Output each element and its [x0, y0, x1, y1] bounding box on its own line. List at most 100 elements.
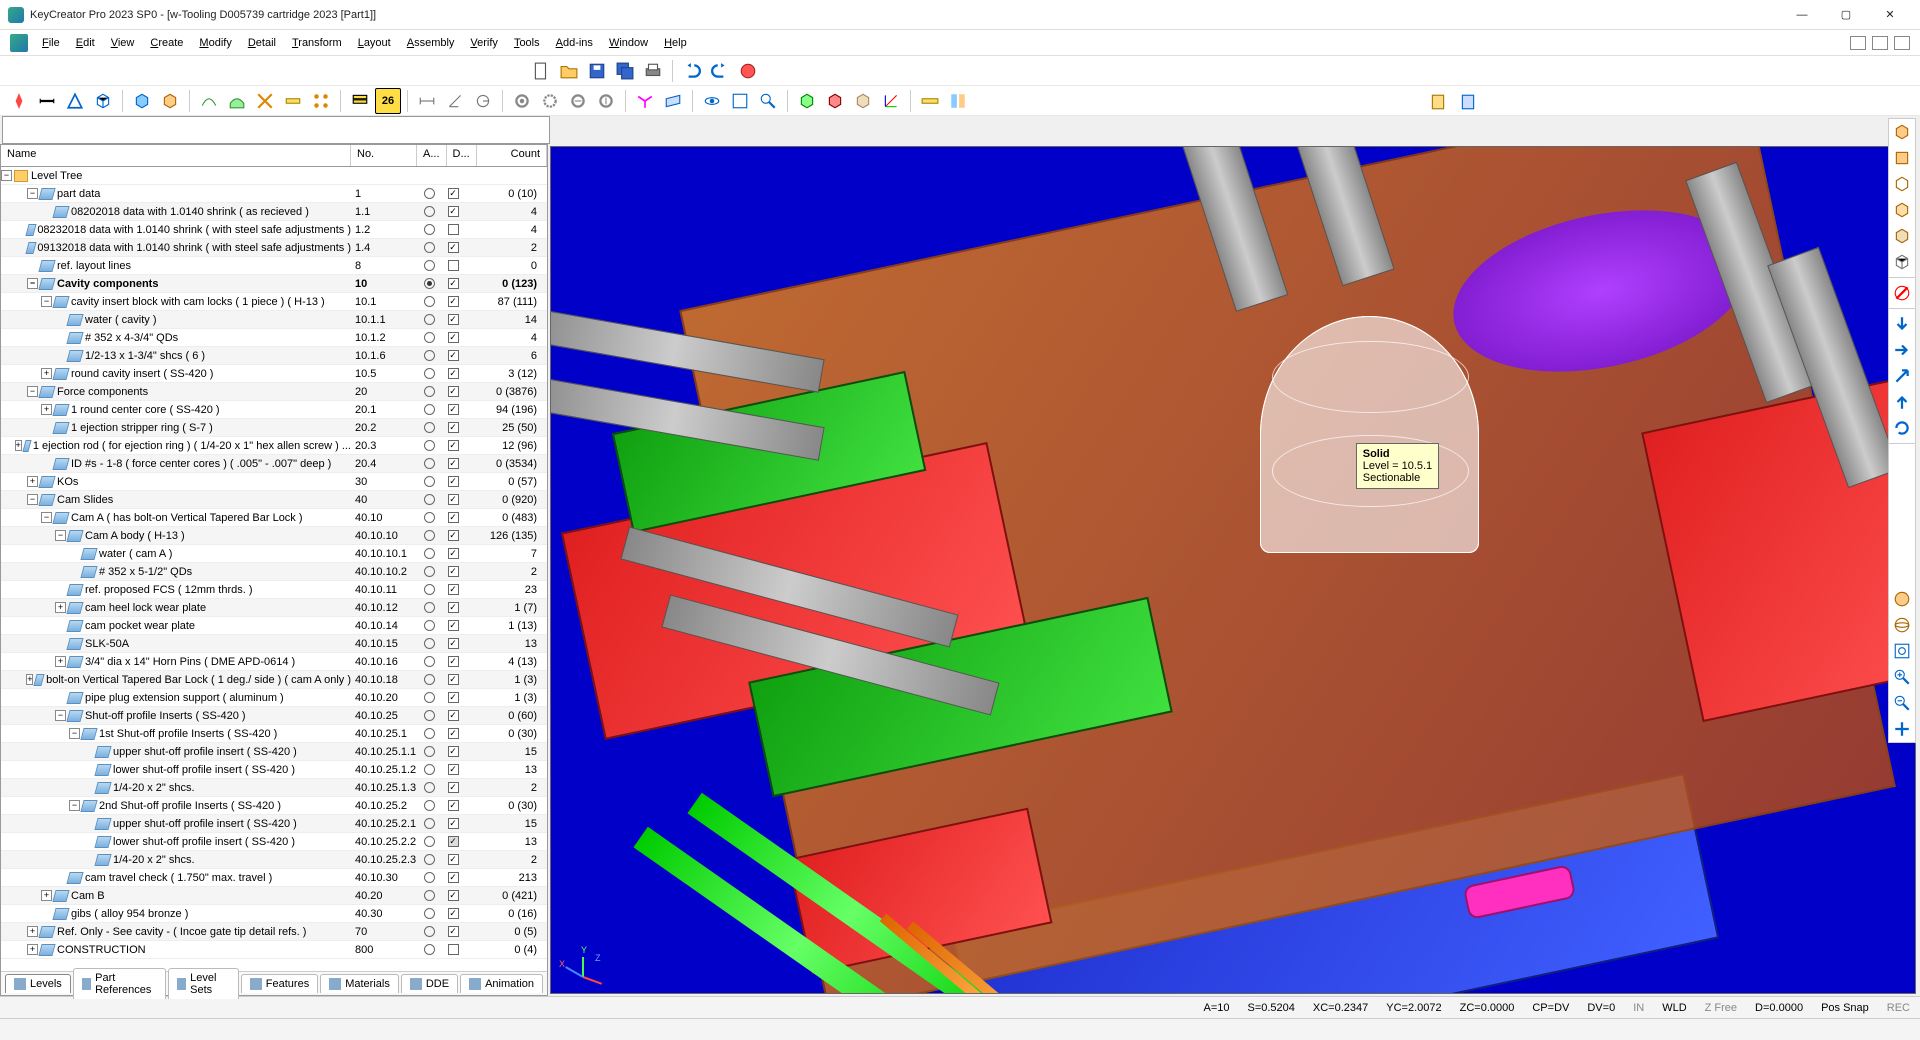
display-checkbox[interactable]	[448, 746, 459, 757]
tree-root-row[interactable]: −Level Tree	[1, 167, 547, 185]
tree-row[interactable]: −1st Shut-off profile Inserts ( SS-420 )…	[1, 725, 547, 743]
shade-off-icon[interactable]	[1889, 280, 1915, 306]
tree-row[interactable]: lower shut-off profile insert ( SS-420 )…	[1, 833, 547, 851]
expand-icon[interactable]: −	[27, 188, 38, 199]
sb-zfree[interactable]: Z Free	[1705, 1002, 1737, 1014]
tree-row[interactable]: −Cam A ( has bolt-on Vertical Tapered Ba…	[1, 509, 547, 527]
box-tan-icon[interactable]	[850, 88, 876, 114]
display-checkbox[interactable]	[448, 440, 459, 451]
gear4-icon[interactable]	[593, 88, 619, 114]
expand-icon[interactable]: +	[55, 602, 66, 613]
menu-assembly[interactable]: Assembly	[399, 33, 463, 53]
tree-row[interactable]: +1 ejection rod ( for ejection ring ) ( …	[1, 437, 547, 455]
sb-pos[interactable]: Pos Snap	[1821, 1002, 1869, 1014]
maximize-button[interactable]: ▢	[1824, 1, 1868, 29]
active-radio[interactable]	[424, 926, 435, 937]
expand-icon[interactable]: −	[1, 170, 12, 181]
view-wire-icon[interactable]	[1889, 249, 1915, 275]
tab-dde[interactable]: DDE	[401, 974, 458, 993]
active-radio[interactable]	[424, 440, 435, 451]
tree-row[interactable]: −cavity insert block with cam locks ( 1 …	[1, 293, 547, 311]
display-checkbox[interactable]	[448, 710, 459, 721]
expand-icon[interactable]: −	[55, 530, 66, 541]
col-no[interactable]: No.	[351, 145, 417, 166]
active-radio[interactable]	[424, 584, 435, 595]
active-radio[interactable]	[424, 530, 435, 541]
redo-icon[interactable]	[707, 58, 733, 84]
active-radio[interactable]	[424, 800, 435, 811]
tree-row[interactable]: −Cam Slides400 (920)	[1, 491, 547, 509]
tree-row[interactable]: upper shut-off profile insert ( SS-420 )…	[1, 743, 547, 761]
tree-row[interactable]: 1/4-20 x 2" shcs.40.10.25.2.32	[1, 851, 547, 869]
compare-icon[interactable]	[945, 88, 971, 114]
tree-row[interactable]: +round cavity insert ( SS-420 )10.53 (12…	[1, 365, 547, 383]
tree-row[interactable]: +CONSTRUCTION8000 (4)	[1, 941, 547, 959]
tree-row[interactable]: 1/2-13 x 1-3/4" shcs ( 6 )10.1.66	[1, 347, 547, 365]
minimize-button[interactable]: —	[1780, 1, 1824, 29]
sb-wld[interactable]: WLD	[1662, 1002, 1686, 1014]
tree-row[interactable]: −2nd Shut-off profile Inserts ( SS-420 )…	[1, 797, 547, 815]
brand-icon[interactable]	[10, 34, 28, 52]
extend-tool-icon[interactable]	[280, 88, 306, 114]
tree-row[interactable]: +1 round center core ( SS-420 )20.194 (1…	[1, 401, 547, 419]
clipboard-icon[interactable]	[1426, 90, 1450, 114]
pan-icon[interactable]	[1889, 716, 1915, 742]
active-radio[interactable]	[424, 764, 435, 775]
active-radio[interactable]	[424, 386, 435, 397]
mdi-close-icon[interactable]	[1894, 36, 1910, 50]
tree-row[interactable]: SLK-50A40.10.1513	[1, 635, 547, 653]
zoom-fit-icon[interactable]	[1889, 638, 1915, 664]
rotate-icon[interactable]	[1889, 415, 1915, 441]
view-iso-icon[interactable]	[1889, 119, 1915, 145]
active-radio[interactable]	[424, 458, 435, 469]
col-a[interactable]: A...	[417, 145, 447, 166]
active-radio[interactable]	[424, 404, 435, 415]
dim-angular-icon[interactable]	[442, 88, 468, 114]
line-icon[interactable]	[34, 88, 60, 114]
display-checkbox[interactable]	[448, 242, 459, 253]
open-file-icon[interactable]	[556, 58, 582, 84]
display-checkbox[interactable]	[448, 872, 459, 883]
menu-addins[interactable]: Add-ins	[548, 33, 601, 53]
active-radio[interactable]	[424, 512, 435, 523]
active-radio[interactable]	[424, 368, 435, 379]
display-checkbox[interactable]	[448, 764, 459, 775]
render-box-icon[interactable]	[129, 88, 155, 114]
tree-row[interactable]: 09132018 data with 1.0140 shrink ( with …	[1, 239, 547, 257]
display-checkbox[interactable]	[448, 908, 459, 919]
active-radio[interactable]	[424, 260, 435, 271]
tree-row[interactable]: # 352 x 5-1/2" QDs40.10.10.22	[1, 563, 547, 581]
display-checkbox[interactable]	[448, 476, 459, 487]
zoom-in-icon[interactable]	[1889, 664, 1915, 690]
tree-row[interactable]: +Cam B40.200 (421)	[1, 887, 547, 905]
expand-icon[interactable]: −	[41, 512, 52, 523]
tab-part-references[interactable]: Part References	[73, 968, 166, 999]
tree-row[interactable]: 08202018 data with 1.0140 shrink ( as re…	[1, 203, 547, 221]
display-checkbox[interactable]	[448, 422, 459, 433]
tree-row[interactable]: −Cam A body ( H-13 )40.10.10126 (135)	[1, 527, 547, 545]
active-radio[interactable]	[424, 242, 435, 253]
axes-icon[interactable]	[878, 88, 904, 114]
tree-row[interactable]: +3/4" dia x 14" Horn Pins ( DME APD-0614…	[1, 653, 547, 671]
display-checkbox[interactable]	[448, 224, 459, 235]
col-count[interactable]: Count	[477, 145, 547, 166]
display-checkbox[interactable]	[448, 548, 459, 559]
display-checkbox[interactable]	[448, 728, 459, 739]
active-radio[interactable]	[424, 728, 435, 739]
tree-row[interactable]: −Shut-off profile Inserts ( SS-420 )40.1…	[1, 707, 547, 725]
active-radio[interactable]	[424, 908, 435, 919]
display-checkbox[interactable]	[448, 512, 459, 523]
menu-verify[interactable]: Verify	[462, 33, 506, 53]
display-checkbox[interactable]	[448, 206, 459, 217]
tree-body[interactable]: −part data10 (10)08202018 data with 1.01…	[1, 185, 547, 971]
eye-tool-icon[interactable]	[699, 88, 725, 114]
display-checkbox[interactable]	[448, 278, 459, 289]
trim-tool-icon[interactable]	[252, 88, 278, 114]
active-radio[interactable]	[424, 476, 435, 487]
display-checkbox[interactable]	[448, 584, 459, 595]
display-checkbox[interactable]	[448, 314, 459, 325]
tree-row[interactable]: 08232018 data with 1.0140 shrink ( with …	[1, 221, 547, 239]
display-checkbox[interactable]	[448, 332, 459, 343]
menu-detail[interactable]: Detail	[240, 33, 284, 53]
active-radio[interactable]	[424, 818, 435, 829]
